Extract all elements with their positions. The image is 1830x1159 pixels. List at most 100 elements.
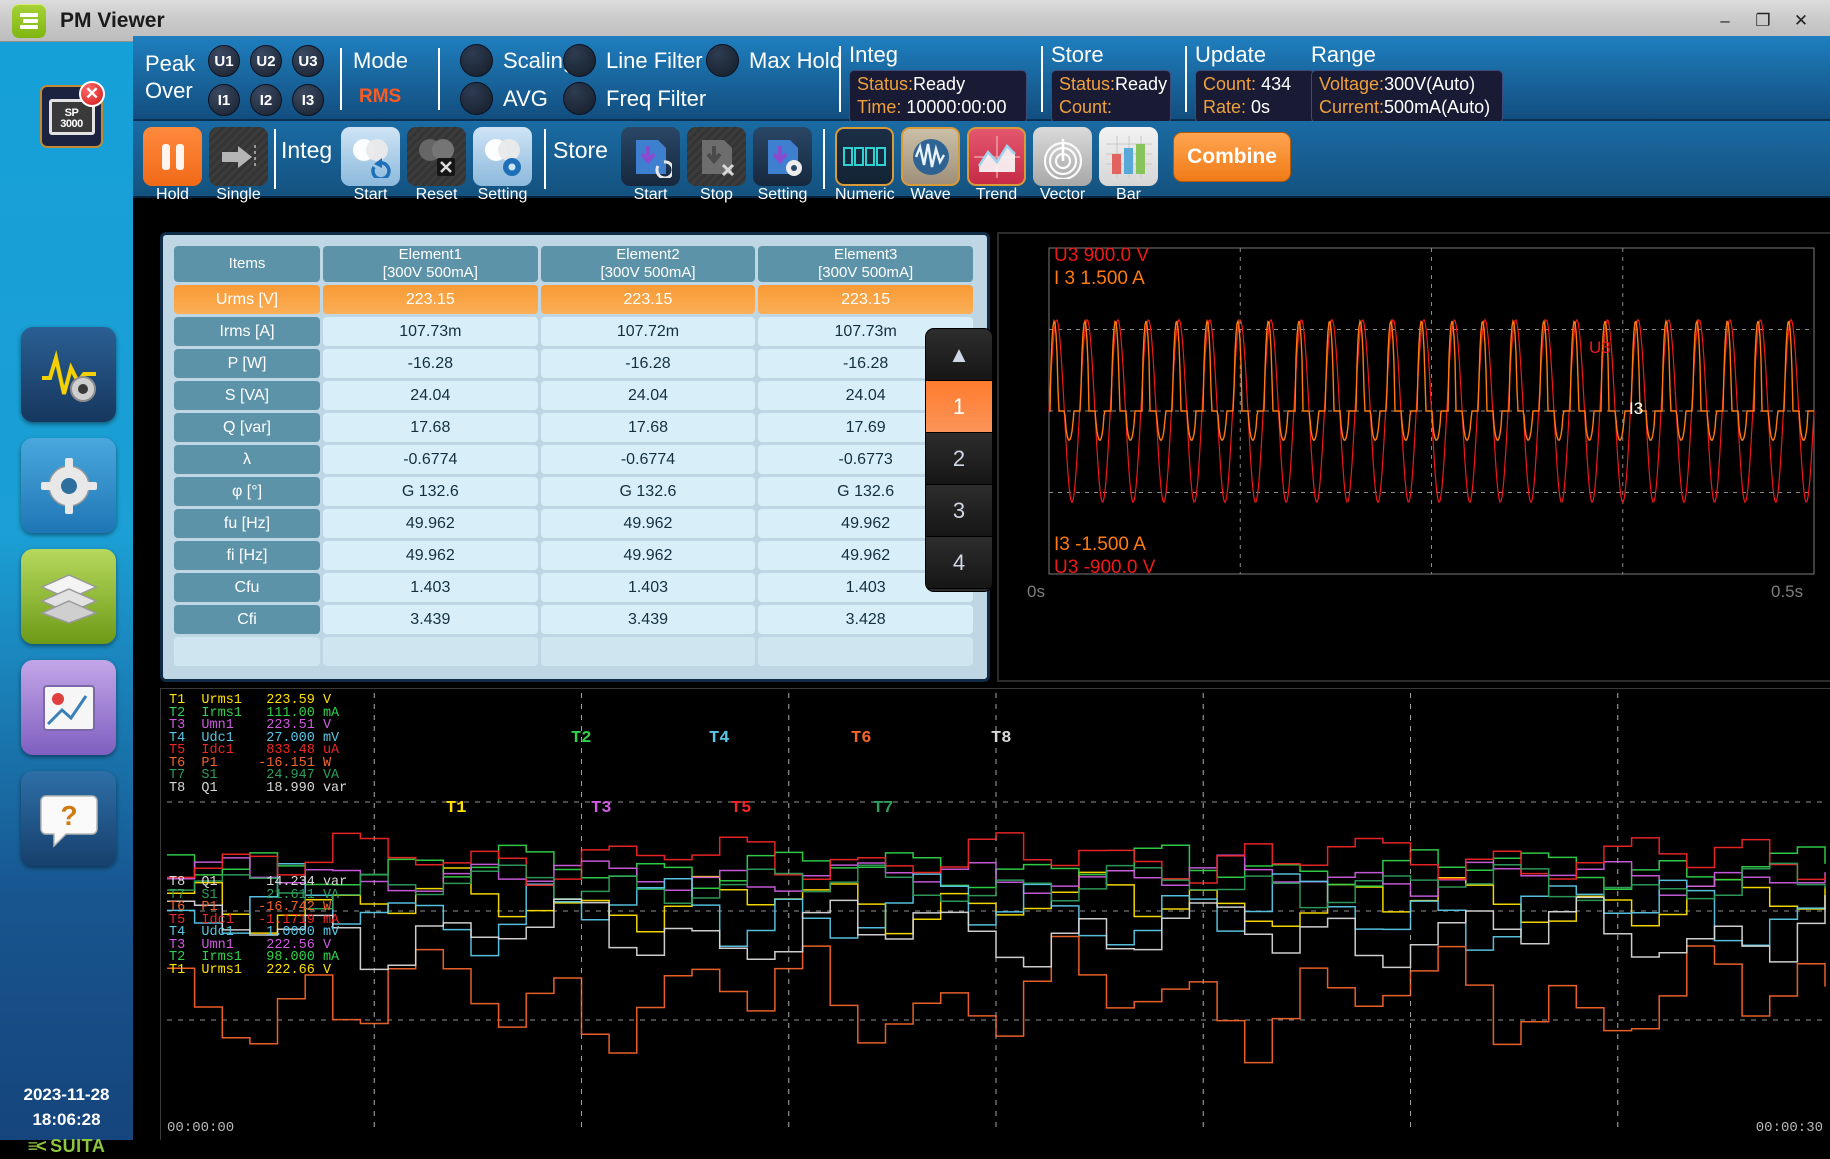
save-gear-icon bbox=[753, 127, 812, 186]
range-title: Range bbox=[1311, 42, 1503, 68]
trend-marker-t3: T3 bbox=[591, 799, 611, 818]
single-label: Single bbox=[209, 186, 268, 204]
peak-over-u1-indicator[interactable]: U1 bbox=[208, 45, 240, 77]
hold-button[interactable]: Hold bbox=[143, 127, 202, 186]
table-row[interactable]: Cfi3.4393.4393.428 bbox=[174, 605, 976, 634]
clock-time: 18:06:28 bbox=[0, 1107, 133, 1132]
sidebar-item-image-export[interactable] bbox=[21, 660, 116, 755]
integ-reset-label: Reset bbox=[407, 186, 466, 204]
cell-element2: 17.68 bbox=[541, 413, 756, 442]
peak-over-u3-indicator[interactable]: U3 bbox=[292, 45, 324, 77]
integ-start-button[interactable]: Start bbox=[341, 127, 400, 186]
sidebar-item-data-layers[interactable] bbox=[21, 549, 116, 644]
checkbox-max-hold[interactable]: Max Hold bbox=[696, 44, 842, 77]
cell-element1: 49.962 bbox=[323, 541, 538, 570]
wave-u3-min-label: U3 -900.0 V bbox=[1054, 557, 1155, 579]
checkbox-freq-filter[interactable]: Freq Filter bbox=[553, 82, 706, 115]
hold-label: Hold bbox=[143, 186, 202, 204]
table-row[interactable] bbox=[174, 637, 976, 666]
legend-trace-id: T8 bbox=[169, 781, 185, 796]
table-row[interactable]: Urms [V]223.15223.15223.15 bbox=[174, 285, 976, 314]
table-row[interactable]: P [W]-16.28-16.28-16.28 bbox=[174, 349, 976, 378]
table-row[interactable]: φ [°]G 132.6G 132.6G 132.6 bbox=[174, 477, 976, 506]
maximize-button[interactable]: ❐ bbox=[1744, 7, 1782, 35]
minimize-button[interactable]: – bbox=[1706, 7, 1744, 35]
table-row[interactable]: Irms [A]107.73m107.72m107.73m bbox=[174, 317, 976, 346]
store-start-label: Start bbox=[621, 186, 680, 204]
seven-segment-icon bbox=[835, 127, 894, 186]
wave-i3-min-label: I3 -1.500 A bbox=[1054, 534, 1146, 556]
checkbox-line-filter[interactable]: Line Filter bbox=[553, 44, 703, 77]
trend-marker-t7: T7 bbox=[873, 799, 893, 818]
legend-trace-unit: V bbox=[323, 963, 331, 978]
close-button[interactable]: ✕ bbox=[1782, 7, 1820, 35]
cell-element2: 1.403 bbox=[541, 573, 756, 602]
trend-view-button[interactable]: Trend bbox=[967, 127, 1026, 186]
peak-over-i3-indicator[interactable]: I3 bbox=[292, 84, 324, 116]
wave-u3-max-label: U3 900.0 V bbox=[1054, 245, 1149, 267]
table-row[interactable]: fu [Hz]49.96249.96249.962 bbox=[174, 509, 976, 538]
sidebar-item-help[interactable]: ? bbox=[21, 771, 116, 866]
cell-element2: -16.28 bbox=[541, 349, 756, 378]
trend-chart-panel[interactable]: T1 Urms1 223.59 VT2 Irms1 111.00 mAT3 Um… bbox=[160, 688, 1830, 1140]
page-button-3[interactable]: 3 bbox=[926, 485, 992, 537]
store-stop-button[interactable]: Stop bbox=[687, 127, 746, 186]
main-toolbar: Hold Single Integ Start Reset Setting St… bbox=[133, 121, 1830, 198]
wave-trace-u3-tag: U3 bbox=[1589, 338, 1611, 358]
trend-marker-t6: T6 bbox=[851, 729, 871, 748]
numeric-view-button[interactable]: Numeric bbox=[835, 127, 894, 186]
checkbox-avg[interactable]: AVG bbox=[450, 82, 548, 115]
table-row[interactable]: λ-0.6774-0.6774-0.6773 bbox=[174, 445, 976, 474]
wave-chart-panel[interactable]: U3 900.0 V I 3 1.500 A I3 -1.500 A U3 -9… bbox=[997, 232, 1830, 682]
vector-view-button[interactable]: Vector bbox=[1033, 127, 1092, 186]
cell-element2: 49.962 bbox=[541, 541, 756, 570]
wave-view-button[interactable]: Wave bbox=[901, 127, 960, 186]
sidebar-item-waveform-settings[interactable] bbox=[21, 327, 116, 422]
trend-marker-t4: T4 bbox=[709, 729, 729, 748]
row-item-label: fi [Hz] bbox=[174, 541, 320, 570]
peak-over-i2-indicator[interactable]: I2 bbox=[250, 84, 282, 116]
bar-view-label: Bar bbox=[1099, 186, 1158, 204]
trend-time-end: 00:00:30 bbox=[1756, 1120, 1823, 1136]
bar-view-button[interactable]: Bar bbox=[1099, 127, 1158, 186]
table-body: Urms [V]223.15223.15223.15 Irms [A]107.73… bbox=[174, 285, 976, 666]
combine-button[interactable]: Combine bbox=[1173, 132, 1291, 182]
sp3000-device-icon[interactable]: SP3000 ✕ bbox=[40, 85, 103, 148]
mode-value[interactable]: RMS bbox=[359, 86, 401, 108]
bar-chart-icon bbox=[1099, 127, 1158, 186]
store-start-button[interactable]: Start bbox=[621, 127, 680, 186]
table-row[interactable]: fi [Hz]49.96249.96249.962 bbox=[174, 541, 976, 570]
gear-icon bbox=[36, 453, 102, 519]
divider bbox=[1041, 46, 1043, 112]
cell-element1: 17.68 bbox=[323, 413, 538, 442]
integ-title: Integ bbox=[849, 42, 1027, 68]
peak-over-i1-indicator[interactable]: I1 bbox=[208, 84, 240, 116]
page-button-4[interactable]: 4 bbox=[926, 537, 992, 589]
window-controls: – ❐ ✕ bbox=[1706, 7, 1830, 35]
peak-over-u2-indicator[interactable]: U2 bbox=[250, 45, 282, 77]
wave-time-start: 0s bbox=[1027, 582, 1045, 602]
divider bbox=[340, 48, 342, 110]
integ-reset-button[interactable]: Reset bbox=[407, 127, 466, 186]
cell-element3 bbox=[758, 637, 973, 666]
wave-trace-i3-tag: I3 bbox=[1629, 399, 1643, 419]
integ-time-row: Time: 10000:00:00 bbox=[857, 96, 1019, 119]
table-row[interactable]: Cfu1.4031.4031.403 bbox=[174, 573, 976, 602]
legend-trace-unit: var bbox=[323, 781, 347, 796]
single-button[interactable]: Single bbox=[209, 127, 268, 186]
page-button-2[interactable]: 2 bbox=[926, 433, 992, 485]
trend-chart-svg bbox=[161, 689, 1830, 1141]
page-down-button[interactable]: ▼ bbox=[926, 589, 992, 592]
store-setting-button[interactable]: Setting bbox=[753, 127, 812, 186]
integ-setting-button[interactable]: Setting bbox=[473, 127, 532, 186]
sidebar-item-system-settings[interactable] bbox=[21, 438, 116, 533]
range-status-group: Range Voltage:300V(Auto) Current:500mA(A… bbox=[1311, 42, 1503, 123]
store-section-label: Store bbox=[553, 137, 608, 164]
page-up-button[interactable]: ▲ bbox=[926, 329, 992, 381]
checkbox-label: Max Hold bbox=[749, 48, 842, 74]
table-row[interactable]: S [VA]24.0424.0424.04 bbox=[174, 381, 976, 410]
page-button-1[interactable]: 1 bbox=[926, 381, 992, 433]
table-row[interactable]: Q [var]17.6817.6817.69 bbox=[174, 413, 976, 442]
numeric-view-label: Numeric bbox=[835, 186, 894, 204]
trend-view-label: Trend bbox=[967, 186, 1026, 204]
